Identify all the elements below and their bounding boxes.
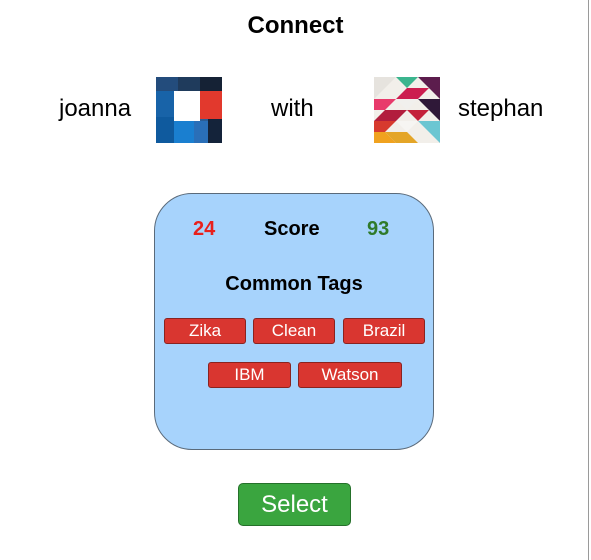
left-score: 24	[193, 218, 216, 240]
left-avatar-icon	[156, 77, 222, 143]
tag-button[interactable]: Watson	[298, 362, 402, 388]
right-user-name: stephan	[458, 95, 544, 122]
tag-button[interactable]: Brazil	[343, 318, 425, 344]
tag-button[interactable]: Clean	[253, 318, 335, 344]
right-border-line	[588, 0, 589, 560]
page-title: Connect	[247, 12, 344, 39]
tag-button[interactable]: IBM	[208, 362, 291, 388]
tag-button[interactable]: Zika	[164, 318, 246, 344]
common-tags-title: Common Tags	[225, 273, 363, 295]
connector-text: with	[271, 95, 314, 122]
right-score: 93	[367, 218, 390, 240]
right-avatar-icon	[374, 77, 440, 143]
select-button[interactable]: Select	[238, 483, 351, 526]
score-label: Score	[264, 218, 320, 240]
left-user-name: joanna	[59, 95, 132, 122]
